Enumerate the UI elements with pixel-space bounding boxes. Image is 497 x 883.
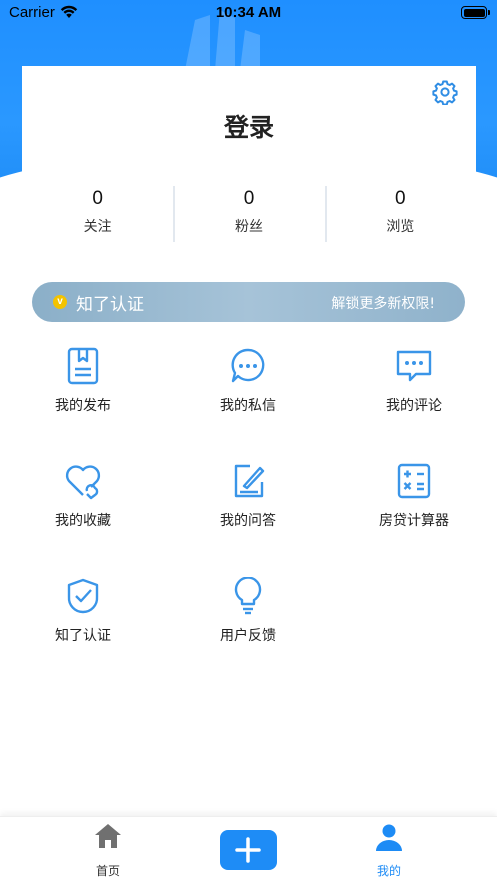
menu-certification[interactable]: 知了认证: [23, 577, 143, 657]
tab-mine[interactable]: 我的: [349, 817, 429, 883]
profile-card: 登录 0 关注 0 粉丝 0 浏览: [22, 66, 476, 262]
stat-following-count: 0: [92, 188, 103, 209]
home-icon: [95, 824, 121, 848]
chat-bubble-icon: [231, 348, 265, 383]
edit-icon: [234, 464, 265, 498]
tab-bar: 首页 我的: [0, 816, 497, 883]
banner-subtitle: 解锁更多新权限!: [331, 296, 435, 312]
menu-label: 我的私信: [220, 398, 276, 414]
menu-label: 知了认证: [55, 628, 111, 644]
menu-label: 房贷计算器: [379, 513, 449, 529]
menu-label: 我的评论: [386, 398, 442, 414]
login-title[interactable]: 登录: [22, 108, 476, 144]
status-bar: Carrier 10:34 AM: [0, 0, 497, 26]
plus-icon: [235, 837, 261, 863]
menu-label: 用户反馈: [220, 628, 276, 644]
shield-check-icon: [67, 578, 99, 614]
stat-following[interactable]: 0 关注: [22, 184, 173, 244]
stat-views-label: 浏览: [386, 219, 415, 235]
user-icon: [376, 824, 402, 851]
stats-row: 0 关注 0 粉丝 0 浏览: [22, 184, 476, 244]
menu-my-favorites[interactable]: 我的收藏: [23, 462, 143, 542]
book-icon: [67, 347, 99, 385]
stat-followers-count: 0: [243, 188, 255, 209]
menu-my-comments[interactable]: 我的评论: [354, 347, 474, 427]
stat-views-count: 0: [395, 188, 406, 209]
stat-following-label: 关注: [83, 219, 112, 235]
heart-icon: [65, 465, 101, 500]
calculator-icon: [397, 463, 431, 499]
menu-label: 我的发布: [55, 398, 111, 414]
lightbulb-icon: [234, 577, 262, 615]
certification-banner[interactable]: v 知了认证 解锁更多新权限!: [32, 282, 465, 322]
menu-mortgage-calculator[interactable]: 房贷计算器: [354, 462, 474, 542]
menu-label: 我的收藏: [55, 513, 111, 529]
menu-feedback[interactable]: 用户反馈: [188, 577, 308, 657]
menu-my-messages[interactable]: 我的私信: [188, 347, 308, 427]
banner-title: 知了认证: [76, 295, 144, 315]
comment-icon: [396, 350, 432, 382]
clock: 10:34 AM: [215, 4, 282, 21]
menu-my-qa[interactable]: 我的问答: [188, 462, 308, 542]
menu-label: 我的问答: [220, 513, 276, 529]
battery-icon: [461, 6, 490, 19]
gear-icon[interactable]: [432, 79, 458, 105]
tab-home-label: 首页: [95, 864, 120, 878]
v-badge-icon: v: [53, 295, 67, 309]
tab-home[interactable]: 首页: [68, 817, 148, 883]
add-button[interactable]: [220, 830, 277, 870]
stat-views[interactable]: 0 浏览: [324, 184, 476, 244]
stat-followers[interactable]: 0 粉丝: [173, 184, 324, 244]
stat-followers-label: 粉丝: [234, 219, 263, 235]
menu-my-posts[interactable]: 我的发布: [23, 347, 143, 427]
tab-mine-label: 我的: [376, 864, 401, 878]
